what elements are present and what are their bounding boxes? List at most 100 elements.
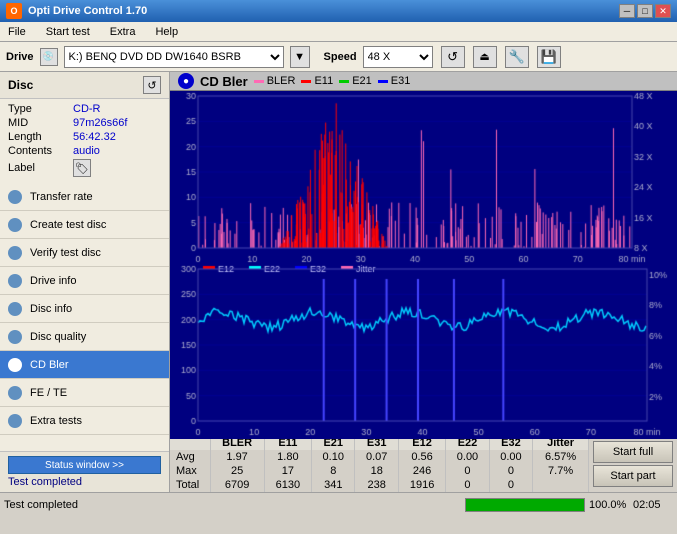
app-title: Opti Drive Control 1.70 xyxy=(28,5,147,17)
chart-panel: ● CD Bler BLER E11 E21 E31 xyxy=(170,72,677,492)
refresh-drive-btn[interactable]: ↺ xyxy=(441,46,465,68)
disc-header: Disc ↺ xyxy=(0,72,169,99)
eject-btn[interactable]: ⏏ xyxy=(473,46,497,68)
legend-dot-bler xyxy=(254,80,264,83)
options-btn[interactable]: 🔧 xyxy=(505,46,529,68)
status-completed: Test completed xyxy=(4,499,461,511)
legend-dot-e11 xyxy=(301,80,311,83)
legend-e21: E21 xyxy=(339,75,372,87)
menu-bar: File Start test Extra Help xyxy=(0,22,677,42)
nav-disc-quality[interactable]: Disc quality xyxy=(0,323,169,351)
drive-arrow-btn[interactable]: ▼ xyxy=(290,46,310,68)
avg-e32: 0.00 xyxy=(489,450,532,464)
content-area: Disc ↺ Type CD-R MID 97m26s66f Length 56… xyxy=(0,72,677,492)
disc-refresh-btn[interactable]: ↺ xyxy=(143,76,161,94)
stats-row-total: Total 6709 6130 341 238 1916 0 0 xyxy=(170,478,589,492)
nav-icon-create xyxy=(8,218,22,232)
nav-transfer-rate[interactable]: Transfer rate xyxy=(0,183,169,211)
nav-fe-te[interactable]: FE / TE xyxy=(0,379,169,407)
total-jitter xyxy=(533,478,589,492)
contents-key: Contents xyxy=(8,145,73,157)
mid-key: MID xyxy=(8,117,73,129)
menu-help[interactable]: Help xyxy=(151,24,182,40)
chart-top xyxy=(170,91,677,263)
menu-file[interactable]: File xyxy=(4,24,30,40)
max-e32: 0 xyxy=(489,464,532,478)
max-e11: 17 xyxy=(264,464,311,478)
nav-items: Transfer rate Create test disc Verify te… xyxy=(0,183,169,451)
label-icon-btn[interactable]: 🏷 xyxy=(73,159,91,177)
test-completed-text: Test completed xyxy=(8,476,161,488)
drive-label: Drive xyxy=(6,51,34,63)
save-btn[interactable]: 💾 xyxy=(537,46,561,68)
legend-bler: BLER xyxy=(254,75,296,87)
type-val: CD-R xyxy=(73,103,101,115)
time-label: 02:05 xyxy=(633,499,673,511)
app-icon: O xyxy=(6,3,22,19)
cd-icon: ● xyxy=(178,73,194,89)
max-jitter: 7.7% xyxy=(533,464,589,478)
stats-table: BLER E11 E21 E31 E12 E22 E32 Jitter Avg xyxy=(170,436,589,492)
avg-label: Avg xyxy=(170,450,210,464)
type-key: Type xyxy=(8,103,73,115)
length-key: Length xyxy=(8,131,73,143)
length-val: 56:42.32 xyxy=(73,131,116,143)
nav-icon-verify xyxy=(8,246,22,260)
nav-verify-test-disc[interactable]: Verify test disc xyxy=(0,239,169,267)
nav-cd-bler[interactable]: CD Bler xyxy=(0,351,169,379)
max-label: Max xyxy=(170,464,210,478)
chart-header: ● CD Bler BLER E11 E21 E31 xyxy=(170,72,677,91)
total-e22: 0 xyxy=(446,478,489,492)
nav-icon-disc xyxy=(8,302,22,316)
label-key: Label xyxy=(8,162,73,174)
total-bler: 6709 xyxy=(210,478,264,492)
stats-row-max: Max 25 17 8 18 246 0 0 7.7% xyxy=(170,464,589,478)
nav-icon-transfer xyxy=(8,190,22,204)
max-e12: 246 xyxy=(398,464,445,478)
total-e32: 0 xyxy=(489,478,532,492)
nav-icon-drive xyxy=(8,274,22,288)
start-buttons: Start full Start part xyxy=(589,436,677,492)
status-bar: Test completed 100.0% 02:05 xyxy=(0,492,677,516)
maximize-button[interactable]: □ xyxy=(637,4,653,18)
progress-label: 100.0% xyxy=(589,499,629,511)
close-button[interactable]: ✕ xyxy=(655,4,671,18)
speed-label: Speed xyxy=(324,51,357,63)
drive-select[interactable]: K:) BENQ DVD DD DW1640 BSRB xyxy=(64,46,284,68)
menu-start-test[interactable]: Start test xyxy=(42,24,94,40)
stats-and-buttons: BLER E11 E21 E31 E12 E22 E32 Jitter Avg xyxy=(170,435,677,492)
menu-extra[interactable]: Extra xyxy=(106,24,140,40)
status-window-btn[interactable]: Status window >> xyxy=(8,456,161,474)
drive-bar: Drive 💿 K:) BENQ DVD DD DW1640 BSRB ▼ Sp… xyxy=(0,42,677,72)
nav-extra-tests[interactable]: Extra tests xyxy=(0,407,169,435)
max-e31: 18 xyxy=(355,464,398,478)
drive-icon: 💿 xyxy=(40,48,58,66)
avg-e21: 0.10 xyxy=(312,450,355,464)
mid-val: 97m26s66f xyxy=(73,117,127,129)
nav-icon-extra xyxy=(8,414,22,428)
avg-e22: 0.00 xyxy=(446,450,489,464)
nav-disc-info[interactable]: Disc info xyxy=(0,295,169,323)
nav-icon-fe xyxy=(8,386,22,400)
nav-icon-bler xyxy=(8,358,22,372)
progress-fill xyxy=(466,499,584,511)
nav-create-test-disc[interactable]: Create test disc xyxy=(0,211,169,239)
legend-dot-e31 xyxy=(378,80,388,83)
start-full-button[interactable]: Start full xyxy=(593,441,673,463)
avg-e11: 1.80 xyxy=(264,450,311,464)
total-label: Total xyxy=(170,478,210,492)
speed-select[interactable]: 48 X xyxy=(363,46,433,68)
chart-bottom xyxy=(170,264,677,435)
minimize-button[interactable]: ─ xyxy=(619,4,635,18)
avg-jitter: 6.57% xyxy=(533,450,589,464)
avg-e31: 0.07 xyxy=(355,450,398,464)
chart-title: CD Bler xyxy=(200,74,248,89)
charts-wrapper xyxy=(170,91,677,435)
start-part-button[interactable]: Start part xyxy=(593,465,673,487)
total-e11: 6130 xyxy=(264,478,311,492)
max-e22: 0 xyxy=(446,464,489,478)
disc-info: Type CD-R MID 97m26s66f Length 56:42.32 … xyxy=(0,99,169,183)
nav-drive-info[interactable]: Drive info xyxy=(0,267,169,295)
avg-e12: 0.56 xyxy=(398,450,445,464)
total-e31: 238 xyxy=(355,478,398,492)
